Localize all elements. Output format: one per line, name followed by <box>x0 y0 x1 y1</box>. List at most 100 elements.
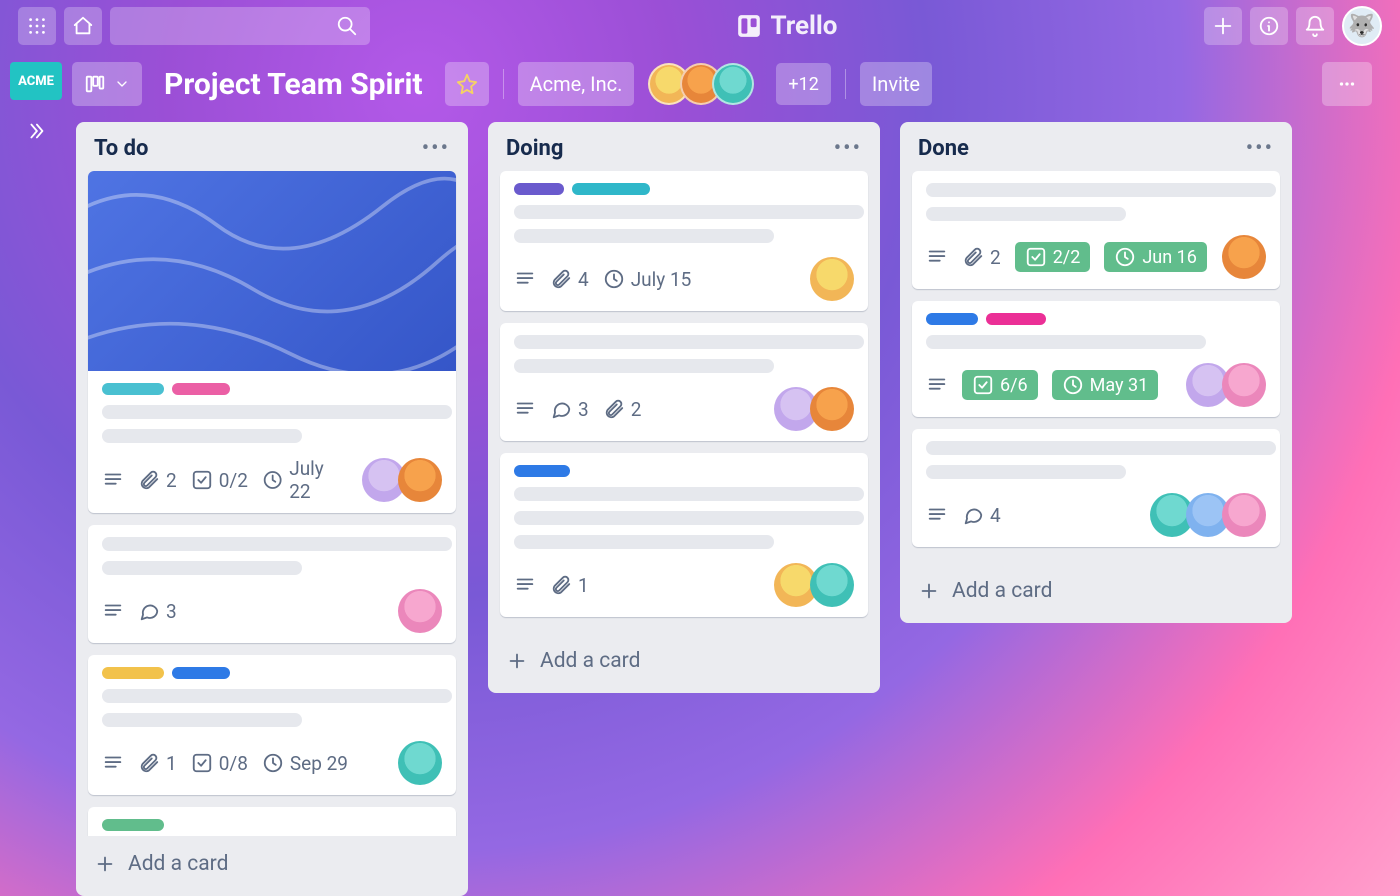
attachments-badge: 1 <box>550 574 589 597</box>
home-button[interactable] <box>64 7 102 45</box>
card-members <box>1150 493 1266 537</box>
attachment-count: 4 <box>578 268 589 291</box>
more-members-count[interactable]: +12 <box>776 63 830 105</box>
list-menu-button[interactable]: ••• <box>834 136 862 161</box>
card-label[interactable] <box>514 183 564 195</box>
card-label[interactable] <box>102 667 164 679</box>
checklist-badge: 0/2 <box>191 469 248 492</box>
invite-button[interactable]: Invite <box>860 62 932 106</box>
card-label[interactable] <box>572 183 650 195</box>
divider <box>503 69 504 99</box>
member-avatar[interactable] <box>1222 363 1266 407</box>
card-label[interactable] <box>102 819 164 831</box>
card-title-placeholder <box>514 335 864 349</box>
topbar: Trello 🐺 <box>0 0 1400 52</box>
card-label[interactable] <box>986 313 1046 325</box>
card[interactable]: 32 <box>500 323 868 441</box>
member-avatar[interactable] <box>810 257 854 301</box>
attachments-badge: 2 <box>138 469 177 492</box>
card[interactable]: 10/8Sep 29 <box>88 655 456 795</box>
card[interactable]: 6/6May 31 <box>912 301 1280 417</box>
card[interactable] <box>88 807 456 836</box>
add-card-button[interactable]: Add a card <box>76 836 468 896</box>
card-labels <box>926 313 1266 325</box>
attachment-count: 2 <box>166 469 177 492</box>
card-badges: 22/2Jun 16 <box>926 231 1266 279</box>
card[interactable]: 1 <box>500 453 868 617</box>
card-label[interactable] <box>102 383 164 395</box>
workspace-button[interactable]: Acme, Inc. <box>518 62 635 106</box>
star-board-button[interactable] <box>445 62 489 106</box>
card-badges: 10/8Sep 29 <box>102 737 442 785</box>
board-title[interactable]: Project Team Spirit <box>156 67 431 102</box>
card-title-placeholder <box>102 537 452 551</box>
home-icon <box>72 15 94 37</box>
list-title[interactable]: Doing <box>506 136 563 161</box>
attachments-badge: 2 <box>962 246 1001 269</box>
trello-icon <box>736 13 762 39</box>
expand-rail-button[interactable] <box>19 114 53 148</box>
comment-count: 3 <box>578 398 589 421</box>
card-title-placeholder <box>514 229 774 243</box>
add-card-button[interactable]: Add a card <box>488 633 880 693</box>
card-members <box>810 257 854 301</box>
card-members <box>398 589 442 633</box>
member-avatar[interactable] <box>398 741 442 785</box>
board-menu-button[interactable] <box>1322 62 1372 106</box>
info-button[interactable] <box>1250 7 1288 45</box>
card-label[interactable] <box>926 313 978 325</box>
card-labels <box>514 465 854 477</box>
description-icon <box>514 398 536 420</box>
dots-icon <box>1336 73 1358 95</box>
member-avatar[interactable] <box>398 589 442 633</box>
list-menu-button[interactable]: ••• <box>422 136 450 161</box>
card-badges: 6/6May 31 <box>926 359 1266 407</box>
due-badge-done: May 31 <box>1052 370 1159 400</box>
account-avatar[interactable]: 🐺 <box>1342 6 1382 46</box>
member-avatar[interactable] <box>810 387 854 431</box>
search-box[interactable] <box>110 7 370 45</box>
member-avatar[interactable] <box>398 458 442 502</box>
card-labels <box>514 183 854 195</box>
notifications-button[interactable] <box>1296 7 1334 45</box>
list-menu-button[interactable]: ••• <box>1246 136 1274 161</box>
card-cover <box>88 171 456 371</box>
card[interactable]: 4July 15 <box>500 171 868 311</box>
card-title-placeholder <box>102 561 302 575</box>
add-card-button[interactable]: Add a card <box>900 563 1292 623</box>
member-avatar[interactable] <box>1222 493 1266 537</box>
card-members <box>774 387 854 431</box>
apps-button[interactable] <box>18 7 56 45</box>
board-members[interactable] <box>648 63 754 105</box>
card-label[interactable] <box>172 383 230 395</box>
card-labels <box>102 383 442 395</box>
card[interactable]: 22/2Jun 16 <box>912 171 1280 289</box>
checklist-badge-done: 2/2 <box>1015 242 1091 272</box>
attachment-count: 2 <box>631 398 642 421</box>
board-view-switch[interactable] <box>72 62 142 106</box>
list: Done•••22/2Jun 166/6May 314Add a card <box>900 122 1292 623</box>
create-button[interactable] <box>1204 7 1242 45</box>
card-title-placeholder <box>514 487 864 501</box>
card-members <box>774 563 854 607</box>
card-title-placeholder <box>926 183 1276 197</box>
chevrons-right-icon <box>25 120 47 142</box>
card-badges: 4 <box>926 489 1266 537</box>
star-icon <box>456 73 478 95</box>
card-label[interactable] <box>514 465 570 477</box>
card[interactable]: 20/2July 22 <box>88 171 456 513</box>
member-avatar[interactable] <box>712 63 754 105</box>
card-label[interactable] <box>172 667 230 679</box>
card-title-placeholder <box>102 689 452 703</box>
attachment-count: 1 <box>166 752 177 775</box>
card[interactable]: 4 <box>912 429 1280 547</box>
list-title[interactable]: Done <box>918 136 969 161</box>
list-title[interactable]: To do <box>94 136 148 161</box>
member-avatar[interactable] <box>810 563 854 607</box>
member-avatar[interactable] <box>1222 235 1266 279</box>
card[interactable]: 3 <box>88 525 456 643</box>
cards-container: 22/2Jun 166/6May 314 <box>900 171 1292 563</box>
description-icon <box>926 246 948 268</box>
team-chip[interactable]: ACME <box>10 62 62 100</box>
card-badges: 32 <box>514 383 854 431</box>
